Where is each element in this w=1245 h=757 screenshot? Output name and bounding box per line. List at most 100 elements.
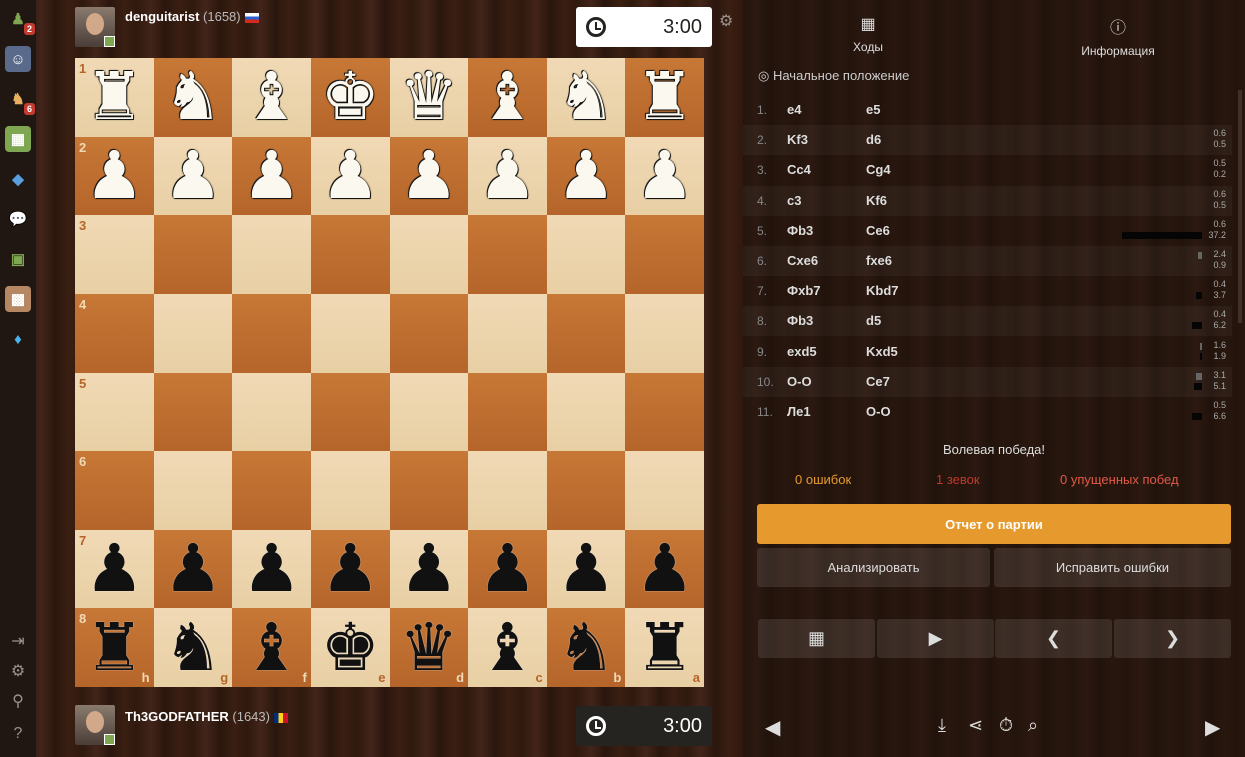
- white-move[interactable]: Фb3: [787, 313, 813, 328]
- board-square[interactable]: a ♜: [625, 608, 704, 687]
- board-square[interactable]: [625, 451, 704, 530]
- chat-nav-icon[interactable]: 💬: [5, 206, 31, 232]
- board-square[interactable]: [153, 372, 233, 452]
- black-pawn-piece[interactable]: ♟: [85, 536, 144, 602]
- white-queen-piece[interactable]: ♛: [399, 64, 458, 130]
- board-square[interactable]: g ♞: [153, 608, 233, 687]
- board-square[interactable]: d ♛: [389, 608, 469, 687]
- white-pawn-piece[interactable]: ♟: [556, 142, 615, 209]
- black-knight-piece[interactable]: ♞: [163, 614, 222, 681]
- tab-info[interactable]: ⓘ Информация: [1073, 14, 1163, 58]
- black-move[interactable]: O-O: [866, 404, 891, 419]
- board-square[interactable]: [546, 215, 626, 294]
- white-pawn-piece[interactable]: ♟: [321, 142, 380, 209]
- black-pawn-piece[interactable]: ♟: [635, 536, 694, 602]
- top-player-info[interactable]: denguitarist (1658): [125, 9, 259, 24]
- board-square[interactable]: [153, 215, 233, 294]
- white-move[interactable]: c3: [787, 193, 801, 208]
- white-king-piece[interactable]: ♚: [321, 64, 380, 130]
- search-icon[interactable]: ⚲: [8, 692, 28, 712]
- black-bishop-piece[interactable]: ♝: [242, 614, 301, 681]
- black-bishop-piece[interactable]: ♝: [478, 614, 537, 681]
- board-square[interactable]: ♞: [546, 58, 626, 137]
- white-bishop-piece[interactable]: ♝: [242, 64, 301, 130]
- black-move[interactable]: d6: [866, 132, 881, 147]
- puzzles-nav-icon[interactable]: ♞ 6: [5, 86, 35, 115]
- bottom-player-info[interactable]: Th3GODFATHER (1643): [125, 709, 288, 724]
- black-rook-piece[interactable]: ♜: [85, 614, 144, 681]
- white-move[interactable]: Ле1: [787, 404, 811, 419]
- black-move[interactable]: Kbd7: [866, 283, 899, 298]
- board-square[interactable]: [232, 372, 311, 452]
- board-square[interactable]: [232, 451, 311, 530]
- black-pawn-piece[interactable]: ♟: [478, 536, 537, 602]
- black-move[interactable]: Kxd5: [866, 344, 898, 359]
- black-move[interactable]: e5: [866, 102, 880, 117]
- learn-nav-icon[interactable]: ▦: [5, 126, 31, 152]
- missed-wins-count[interactable]: 0 упущенных побед: [1060, 472, 1179, 487]
- black-pawn-piece[interactable]: ♟: [163, 536, 222, 602]
- black-king-piece[interactable]: ♚: [321, 614, 380, 681]
- start-position-link[interactable]: ◎ Начальное положение: [758, 68, 909, 84]
- lessons-nav-icon[interactable]: ◆: [5, 166, 31, 192]
- collapse-icon[interactable]: ⇥: [8, 632, 28, 652]
- board-nav-icon[interactable]: ▩: [5, 286, 31, 312]
- board-square[interactable]: 4: [75, 293, 154, 373]
- analysis-board-button[interactable]: ▦: [758, 619, 875, 658]
- black-move[interactable]: Kf6: [866, 193, 887, 208]
- move-list-scrollbar[interactable]: [1238, 90, 1242, 323]
- bottom-player-avatar[interactable]: [75, 705, 115, 745]
- board-square[interactable]: ♚: [310, 58, 390, 137]
- board-square[interactable]: ♛: [389, 58, 469, 137]
- board-square[interactable]: [232, 293, 311, 373]
- black-move[interactable]: Ce6: [866, 223, 890, 238]
- board-square[interactable]: 5: [75, 372, 154, 452]
- board-square[interactable]: ♟: [468, 529, 547, 609]
- board-square[interactable]: ♜: [625, 58, 704, 137]
- white-bishop-piece[interactable]: ♝: [478, 64, 537, 130]
- board-square[interactable]: 1 ♜: [75, 58, 154, 137]
- diamond-nav-icon[interactable]: ♦: [5, 326, 31, 352]
- board-square[interactable]: [546, 451, 626, 530]
- board-square[interactable]: [468, 372, 547, 452]
- bottom-player-name[interactable]: Th3GODFATHER: [125, 709, 229, 724]
- board-square[interactable]: ♟: [232, 529, 311, 609]
- tab-moves[interactable]: ▦ Ходы: [833, 14, 903, 54]
- help-icon[interactable]: ?: [8, 724, 28, 744]
- white-move[interactable]: exd5: [787, 344, 817, 359]
- previous-move-button[interactable]: ❮: [995, 619, 1112, 658]
- white-move[interactable]: Фb3: [787, 223, 813, 238]
- board-settings-gear-icon[interactable]: ⚙: [719, 11, 733, 31]
- board-square[interactable]: [625, 215, 704, 294]
- board-square[interactable]: ♟: [153, 529, 233, 609]
- board-square[interactable]: ♟: [546, 529, 626, 609]
- board-square[interactable]: ♟: [625, 136, 704, 216]
- board-square[interactable]: [389, 372, 469, 452]
- white-pawn-piece[interactable]: ♟: [399, 142, 458, 209]
- board-square[interactable]: [153, 293, 233, 373]
- white-rook-piece[interactable]: ♜: [635, 64, 694, 130]
- board-square[interactable]: f ♝: [232, 608, 311, 687]
- play-button[interactable]: ▶: [877, 619, 994, 658]
- board-square[interactable]: ♟: [232, 136, 311, 216]
- white-move[interactable]: e4: [787, 102, 801, 117]
- board-square[interactable]: [389, 215, 469, 294]
- forward-arrow-icon[interactable]: ▶: [1205, 715, 1220, 740]
- white-move[interactable]: Cxe6: [787, 253, 818, 268]
- back-arrow-icon[interactable]: ◀: [765, 715, 780, 740]
- white-pawn-piece[interactable]: ♟: [163, 142, 222, 209]
- board-square[interactable]: [310, 215, 390, 294]
- board-square[interactable]: ♟: [546, 136, 626, 216]
- board-square[interactable]: [153, 451, 233, 530]
- black-pawn-piece[interactable]: ♟: [242, 536, 301, 602]
- board-square[interactable]: [468, 215, 547, 294]
- fix-mistakes-button[interactable]: Исправить ошибки: [994, 548, 1231, 587]
- white-move[interactable]: Kf3: [787, 132, 808, 147]
- black-queen-piece[interactable]: ♛: [399, 614, 458, 681]
- board-square[interactable]: ♟: [153, 136, 233, 216]
- board-square[interactable]: ♟: [389, 136, 469, 216]
- board-square[interactable]: 8 h ♜: [75, 608, 154, 687]
- black-move[interactable]: Cg4: [866, 162, 891, 177]
- board-square[interactable]: ♝: [232, 58, 311, 137]
- black-move[interactable]: fxe6: [866, 253, 892, 268]
